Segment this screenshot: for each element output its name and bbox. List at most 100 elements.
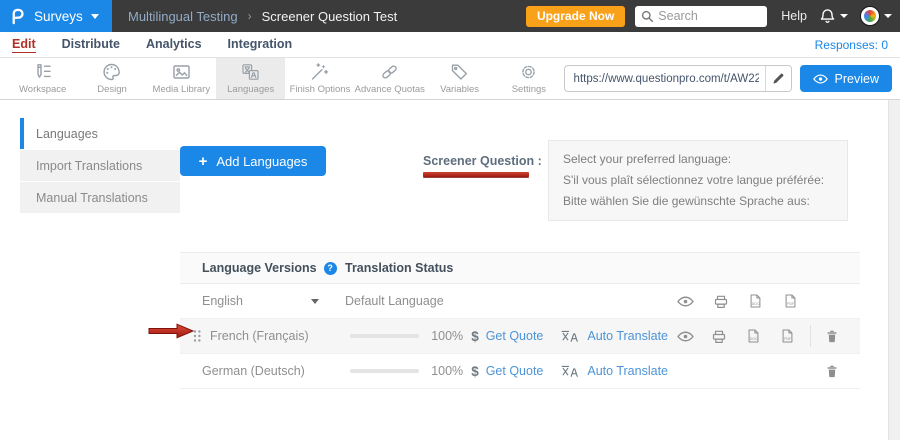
edit-url-button[interactable] xyxy=(765,66,791,91)
doc-icon[interactable]: DOC xyxy=(738,293,773,309)
pdf-icon[interactable]: PDF xyxy=(770,328,804,344)
chain-links-icon xyxy=(379,62,400,82)
tab-distribute[interactable]: Distribute xyxy=(62,37,120,52)
language-name: German (Deutsch) xyxy=(202,364,305,378)
svg-text:PDF: PDF xyxy=(784,337,792,341)
progress-percent: 100% xyxy=(431,329,463,343)
print-icon[interactable] xyxy=(703,294,738,309)
account-menu[interactable] xyxy=(860,6,892,26)
tag-icon xyxy=(449,62,470,82)
tab-edit[interactable]: Edit xyxy=(12,37,36,53)
breadcrumb: Multilingual Testing › Screener Question… xyxy=(128,9,397,24)
table-header-row: Language Versions ? Translation Status xyxy=(180,252,860,284)
section-nav: Edit Distribute Analytics Integration Re… xyxy=(0,32,900,58)
tool-label: Variables xyxy=(440,84,479,95)
bell-icon xyxy=(819,8,836,25)
header-language-label: Language Versions xyxy=(202,261,317,275)
screener-question-label-wrap: Screener Question : xyxy=(423,154,535,177)
get-quote-link[interactable]: Get Quote xyxy=(486,329,544,343)
responses-count[interactable]: Responses: 0 xyxy=(815,38,888,52)
language-name: English xyxy=(202,294,243,308)
language-versions-table: Language Versions ? Translation Status E… xyxy=(180,252,860,389)
add-languages-button[interactable]: + Add Languages xyxy=(180,146,326,176)
preview-eye-icon[interactable] xyxy=(668,295,703,308)
language-name: French (Français) xyxy=(210,329,309,343)
header-language-versions: Language Versions ? xyxy=(180,261,345,275)
sidebar-item-label: Languages xyxy=(36,127,98,141)
get-quote-link[interactable]: Get Quote xyxy=(486,364,544,378)
sidebar-item-languages[interactable]: Languages xyxy=(20,118,180,149)
tab-analytics[interactable]: Analytics xyxy=(146,37,202,52)
tool-label: Languages xyxy=(227,84,274,95)
tool-advance-quotas[interactable]: Advance Quotas xyxy=(355,58,425,99)
tool-settings[interactable]: Settings xyxy=(494,58,563,99)
status-cell: 100% $ Get Quote Auto Translate xyxy=(345,325,850,347)
red-underline-annotation xyxy=(423,172,529,177)
tool-media-library[interactable]: Media Library xyxy=(147,58,216,99)
survey-url-input[interactable] xyxy=(565,73,765,85)
tab-integration[interactable]: Integration xyxy=(228,37,293,52)
language-dropdown-caret[interactable] xyxy=(311,299,319,304)
edit-toolbar: Workspace Design Media Library Languages… xyxy=(0,58,900,100)
questionpro-logo-icon xyxy=(10,7,26,25)
tool-languages[interactable]: Languages xyxy=(216,58,285,99)
auto-translate-link[interactable]: Auto Translate xyxy=(587,364,668,378)
tool-label: Media Library xyxy=(153,84,211,95)
sidebar-item-label: Import Translations xyxy=(36,159,142,173)
surveys-menu[interactable]: Surveys xyxy=(0,0,112,32)
print-icon[interactable] xyxy=(702,329,736,344)
upgrade-now-button[interactable]: Upgrade Now xyxy=(526,6,625,27)
delete-trash-icon[interactable] xyxy=(813,329,850,344)
preview-label: Preview xyxy=(835,72,879,86)
add-languages-label: Add Languages xyxy=(216,154,307,169)
right-scroll-gutter[interactable] xyxy=(888,100,900,440)
table-row-english: English Default Language xyxy=(180,284,860,319)
svg-text:DOC: DOC xyxy=(752,302,760,306)
tool-label: Design xyxy=(97,84,127,95)
screener-line-de: Bitte wählen Sie die gewünschte Sprache … xyxy=(563,191,833,212)
search-icon xyxy=(641,10,654,23)
language-name-cell: English xyxy=(180,294,345,308)
search-box[interactable] xyxy=(635,6,767,27)
svg-text:PDF: PDF xyxy=(787,302,795,306)
chevron-down-icon xyxy=(91,14,99,19)
product-name: Surveys xyxy=(34,9,83,24)
avatar xyxy=(860,6,880,26)
dollar-icon: $ xyxy=(471,329,479,344)
tool-label: Finish Options xyxy=(290,84,351,95)
language-name-cell: German (Deutsch) xyxy=(180,364,345,378)
notifications-menu[interactable] xyxy=(819,8,848,25)
actions-divider xyxy=(810,325,811,347)
sidebar-item-manual-translations[interactable]: Manual Translations xyxy=(20,182,180,213)
auto-translate-link[interactable]: Auto Translate xyxy=(587,329,668,343)
screener-line-fr: S'il vous plaît sélectionnez votre langu… xyxy=(563,170,833,191)
content-area: Languages Import Translations Manual Tra… xyxy=(0,100,900,440)
plus-icon: + xyxy=(199,153,208,170)
status-cell: 100% $ Get Quote Auto Translate xyxy=(345,360,850,382)
svg-text:DOC: DOC xyxy=(749,337,757,341)
top-bar: Surveys Multilingual Testing › Screener … xyxy=(0,0,900,32)
help-link[interactable]: Help xyxy=(781,9,807,23)
tool-finish-options[interactable]: Finish Options xyxy=(285,58,354,99)
progress-percent: 100% xyxy=(431,364,463,378)
help-icon[interactable]: ? xyxy=(324,262,337,275)
row-actions xyxy=(668,360,850,382)
translation-progress-bar xyxy=(350,334,419,338)
tool-variables[interactable]: Variables xyxy=(425,58,494,99)
row-actions: DOC PDF xyxy=(668,325,850,347)
sidebar-item-import-translations[interactable]: Import Translations xyxy=(20,150,180,181)
gear-icon xyxy=(518,62,539,82)
preview-eye-icon[interactable] xyxy=(668,330,702,343)
survey-url-box xyxy=(564,65,792,92)
table-row-german: German (Deutsch) 100% $ Get Quote Auto T… xyxy=(180,354,860,389)
delete-trash-icon[interactable] xyxy=(813,364,850,379)
languages-main: + Add Languages Screener Question : Sele… xyxy=(180,100,900,440)
search-input[interactable] xyxy=(658,9,758,23)
tool-workspace[interactable]: Workspace xyxy=(8,58,77,99)
breadcrumb-folder[interactable]: Multilingual Testing xyxy=(128,9,238,24)
tool-design[interactable]: Design xyxy=(77,58,146,99)
tool-label: Advance Quotas xyxy=(355,84,425,95)
pdf-icon[interactable]: PDF xyxy=(773,293,808,309)
doc-icon[interactable]: DOC xyxy=(736,328,770,344)
preview-button[interactable]: Preview xyxy=(800,65,892,92)
